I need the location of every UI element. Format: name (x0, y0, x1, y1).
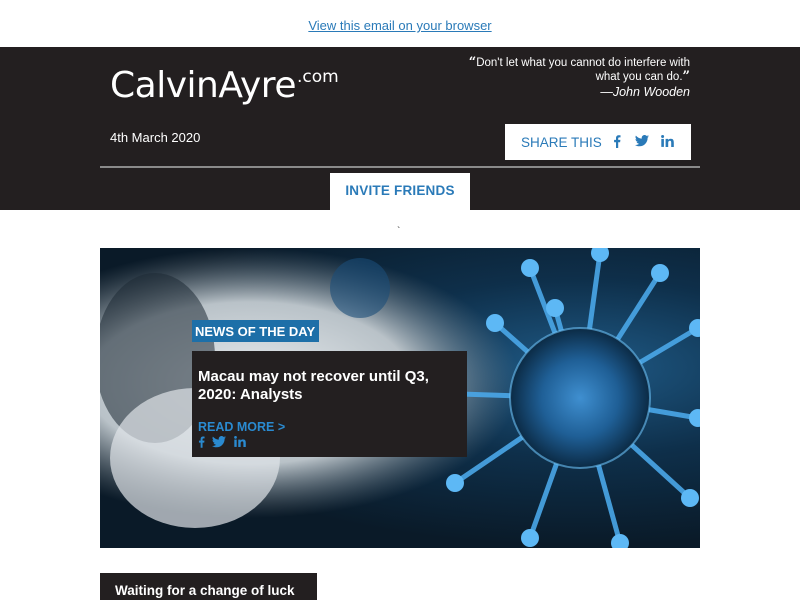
logo-main-text: CalvinAyre (110, 65, 296, 106)
top-bar: View this email on your browser (0, 0, 800, 47)
featured-article-title[interactable]: Macau may not recover until Q3, 2020: An… (198, 368, 438, 404)
share-label: SHARE THIS (521, 135, 602, 150)
header-quote: “Don't let what you cannot do interfere … (460, 56, 690, 100)
invite-friends-button[interactable]: INVITE FRIENDS (330, 173, 470, 210)
news-of-the-day-badge: NEWS OF THE DAY (192, 320, 320, 342)
view-in-browser-link[interactable]: View this email on your browser (0, 18, 800, 33)
facebook-icon[interactable] (198, 436, 205, 451)
quote-text: Don't let what you cannot do interfere w… (476, 57, 690, 83)
separator-glyph: ` (397, 226, 401, 237)
email-header: CalvinAyre.com “Don't let what you canno… (0, 47, 800, 210)
logo-suffix-text: .com (296, 67, 339, 87)
calvinayre-logo[interactable]: CalvinAyre.com (110, 65, 339, 106)
linkedin-icon[interactable] (234, 436, 246, 450)
close-quote-icon: ” (682, 69, 690, 84)
issue-date: 4th March 2020 (110, 130, 201, 145)
featured-article-card: Macau may not recover until Q3, 2020: An… (192, 351, 467, 457)
header-divider (100, 166, 700, 168)
twitter-icon[interactable] (635, 135, 649, 147)
twitter-icon[interactable] (212, 436, 226, 451)
read-more-link[interactable]: READ MORE > (198, 420, 285, 434)
facebook-icon[interactable] (613, 135, 621, 148)
quote-author: —John Wooden (600, 85, 690, 99)
linkedin-icon[interactable] (661, 135, 674, 147)
share-box: SHARE THIS (505, 124, 691, 160)
section-heading-tab: Waiting for a change of luck (100, 573, 317, 600)
